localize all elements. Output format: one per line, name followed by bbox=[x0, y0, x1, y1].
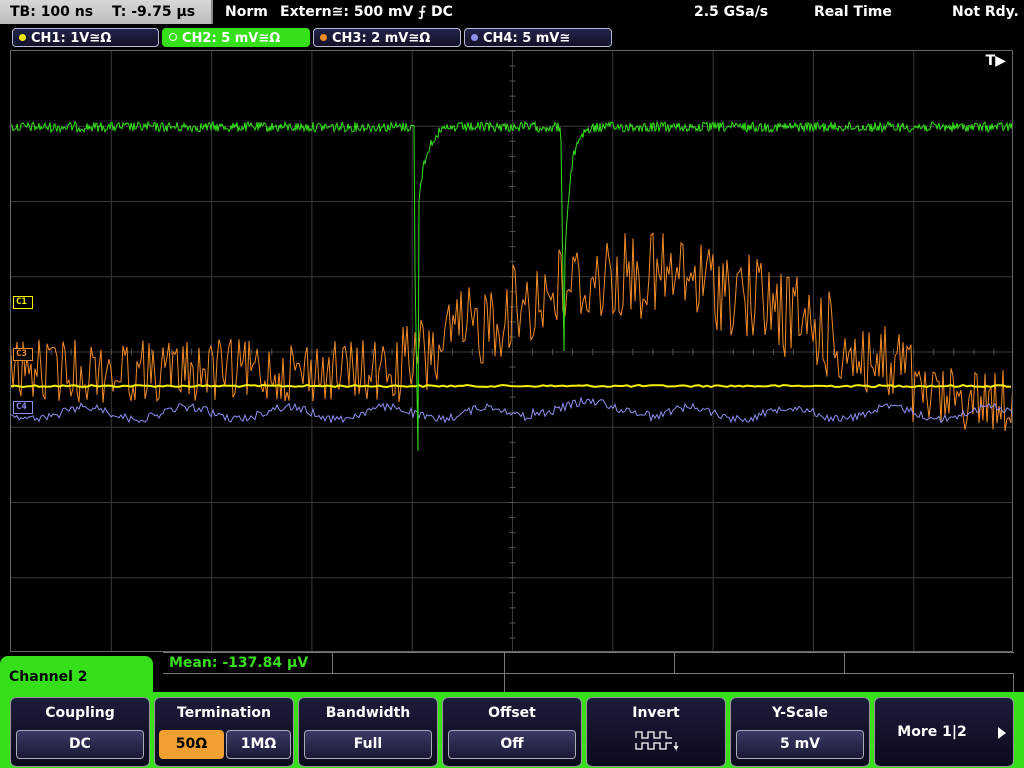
channel-2-label: CH2: 5 mV≅Ω bbox=[182, 31, 281, 46]
more-softkey[interactable]: More 1|2 bbox=[874, 697, 1014, 767]
coupling-label: Coupling bbox=[45, 705, 115, 721]
right-arrow-icon bbox=[998, 727, 1006, 739]
offset-label: Offset bbox=[488, 705, 536, 721]
graticule-grid bbox=[11, 51, 1012, 651]
termination-label: Termination bbox=[177, 705, 271, 721]
channel-1-offset-marker[interactable]: C1 bbox=[13, 296, 33, 309]
trigger-time-value: T: -9.75 µs bbox=[111, 4, 196, 20]
channel-3-label: CH3: 2 mV≅Ω bbox=[332, 31, 431, 46]
measurement-table: Mean: -137.84 µV bbox=[163, 652, 1014, 693]
y-scale-softkey[interactable]: Y-Scale 5 mV bbox=[730, 697, 870, 767]
acquisition-status: Not Rdy. bbox=[952, 4, 1019, 20]
timebase-box[interactable]: TB: 100 ns T: -9.75 µs bbox=[0, 0, 213, 24]
termination-50-ohm-option[interactable]: 50Ω bbox=[159, 730, 224, 759]
bandwidth-label: Bandwidth bbox=[325, 705, 411, 721]
channel-2-tab[interactable]: CH2: 5 mV≅Ω bbox=[162, 28, 310, 47]
channel-1-tab[interactable]: CH1: 1V≅Ω bbox=[12, 28, 159, 47]
termination-1-megohm-option[interactable]: 1MΩ bbox=[226, 730, 291, 759]
channel-3-color-icon bbox=[320, 34, 327, 41]
termination-softkey[interactable]: Termination 50Ω 1MΩ bbox=[154, 697, 294, 767]
coupling-softkey[interactable]: Coupling DC bbox=[10, 697, 150, 767]
offset-softkey[interactable]: Offset Off bbox=[442, 697, 582, 767]
waveform-display[interactable]: C1 C3 C4 T▶ bbox=[10, 50, 1013, 652]
invert-softkey[interactable]: Invert bbox=[586, 697, 726, 767]
measurement-cell[interactable] bbox=[163, 673, 505, 693]
measurement-cell[interactable] bbox=[333, 653, 505, 673]
channel-2-color-icon bbox=[169, 33, 177, 41]
channel-4-label: CH4: 5 mV≅ bbox=[483, 31, 571, 46]
channel-3-offset-marker[interactable]: C3 bbox=[13, 348, 33, 361]
channel-3-tab[interactable]: CH3: 2 mV≅Ω bbox=[313, 28, 461, 47]
mean-measurement: Mean: -137.84 µV bbox=[169, 655, 309, 671]
channel-1-color-icon bbox=[19, 34, 26, 41]
channel-1-waveform bbox=[11, 383, 1012, 389]
measurement-cell[interactable] bbox=[505, 653, 675, 673]
coupling-value[interactable]: DC bbox=[16, 730, 144, 759]
trigger-position-flag: T▶ bbox=[985, 53, 1006, 69]
trigger-source[interactable]: Extern≅: 500 mV ⨍ DC bbox=[280, 0, 453, 24]
bandwidth-value[interactable]: Full bbox=[304, 730, 432, 759]
channel-4-tab[interactable]: CH4: 5 mV≅ bbox=[464, 28, 612, 47]
status-bar: TB: 100 ns T: -9.75 µs Norm Extern≅: 500… bbox=[0, 0, 1024, 25]
bandwidth-softkey[interactable]: Bandwidth Full bbox=[298, 697, 438, 767]
sample-rate: 2.5 GSa/s bbox=[694, 4, 769, 20]
menu-title: Channel 2 bbox=[0, 656, 153, 698]
channel-4-color-icon bbox=[471, 34, 478, 41]
channel-4-offset-marker[interactable]: C4 bbox=[13, 401, 33, 414]
invert-label: Invert bbox=[632, 705, 680, 721]
offset-value[interactable]: Off bbox=[448, 730, 576, 759]
channel-1-label: CH1: 1V≅Ω bbox=[31, 31, 112, 46]
waveform-canvas bbox=[11, 51, 1012, 651]
y-scale-label: Y-Scale bbox=[771, 705, 828, 721]
measurement-cell[interactable] bbox=[505, 673, 1014, 693]
timebase-value: TB: 100 ns bbox=[10, 4, 94, 20]
measurement-cell[interactable] bbox=[675, 653, 845, 673]
invert-waveform-icon bbox=[635, 731, 679, 751]
more-label: More 1|2 bbox=[897, 724, 967, 740]
y-scale-value[interactable]: 5 mV bbox=[736, 730, 864, 759]
acquisition-mode: Real Time bbox=[814, 4, 892, 20]
trigger-mode[interactable]: Norm bbox=[225, 0, 268, 24]
